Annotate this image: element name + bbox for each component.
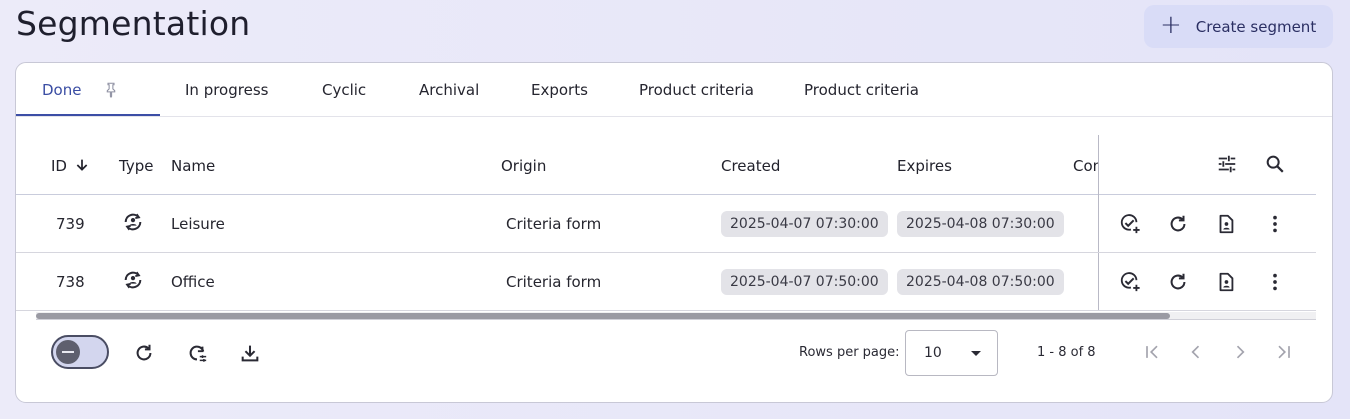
create-segment-label: Create segment bbox=[1195, 17, 1317, 36]
table-row[interactable]: 738 Office Criteria form 2025-04-07 07:5… bbox=[16, 254, 1316, 311]
tab-archival[interactable]: Archival bbox=[419, 63, 479, 117]
caret-down-icon bbox=[971, 351, 981, 356]
column-created-header[interactable]: Created bbox=[721, 157, 780, 175]
search-icon[interactable] bbox=[1262, 151, 1288, 177]
create-segment-button[interactable]: + Create segment bbox=[1144, 5, 1333, 48]
row-origin: Criteria form bbox=[506, 215, 602, 233]
column-type-header[interactable]: Type bbox=[119, 157, 153, 175]
sort-desc-icon[interactable] bbox=[74, 157, 90, 173]
tab-product-criteria[interactable]: Product criteria bbox=[639, 63, 754, 117]
row-created-chip: 2025-04-07 07:30:00 bbox=[721, 211, 888, 237]
prev-page-icon[interactable] bbox=[1184, 340, 1208, 364]
pin-icon[interactable] bbox=[102, 79, 120, 101]
more-vertical-icon[interactable] bbox=[1262, 211, 1288, 237]
sync-person-icon bbox=[124, 271, 142, 289]
pagination-range: 1 - 8 of 8 bbox=[1037, 345, 1096, 360]
row-name: Leisure bbox=[171, 215, 225, 233]
table-row[interactable]: 739 Leisure Criteria form 2025-04-07 07:… bbox=[16, 196, 1316, 253]
scrollbar-thumb[interactable] bbox=[36, 313, 1170, 319]
document-person-icon[interactable] bbox=[1213, 211, 1239, 237]
refresh-settings-icon[interactable] bbox=[184, 340, 210, 366]
approve-add-icon[interactable] bbox=[1117, 269, 1143, 295]
document-person-icon[interactable] bbox=[1213, 269, 1239, 295]
tune-icon[interactable] bbox=[1214, 151, 1240, 177]
view-toggle[interactable] bbox=[51, 335, 109, 369]
refresh-icon[interactable] bbox=[131, 340, 157, 366]
horizontal-scrollbar[interactable] bbox=[36, 312, 1316, 320]
toggle-knob bbox=[56, 340, 80, 364]
column-extra-header[interactable]: Con bbox=[1073, 157, 1098, 175]
rows-per-page-select[interactable]: 10 bbox=[905, 330, 998, 376]
column-id-header[interactable]: ID bbox=[51, 157, 90, 175]
tab-in-progress[interactable]: In progress bbox=[185, 63, 268, 117]
download-icon[interactable] bbox=[237, 340, 263, 366]
row-id: 738 bbox=[56, 273, 85, 291]
tab-done-label: Done bbox=[42, 81, 82, 99]
column-expires-header[interactable]: Expires bbox=[897, 157, 952, 175]
sync-person-icon bbox=[124, 213, 142, 231]
row-id: 739 bbox=[56, 215, 85, 233]
tab-exports[interactable]: Exports bbox=[531, 63, 588, 117]
active-tab-indicator bbox=[16, 114, 160, 116]
first-page-icon[interactable] bbox=[1140, 340, 1164, 364]
rows-per-page-label: Rows per page: bbox=[799, 345, 900, 360]
table-header: ID Type Name Origin Created Expires Con bbox=[16, 135, 1316, 195]
refresh-icon[interactable] bbox=[1165, 269, 1191, 295]
row-name: Office bbox=[171, 273, 215, 291]
row-expires-chip: 2025-04-08 07:50:00 bbox=[897, 269, 1064, 295]
segments-card: Done In progress Cyclic Archival Exports… bbox=[15, 62, 1333, 403]
last-page-icon[interactable] bbox=[1272, 340, 1296, 364]
column-id-label: ID bbox=[51, 157, 67, 175]
plus-icon: + bbox=[1160, 10, 1182, 40]
tab-cyclic[interactable]: Cyclic bbox=[322, 63, 366, 117]
column-name-header[interactable]: Name bbox=[171, 157, 215, 175]
page-title: Segmentation bbox=[16, 4, 251, 43]
column-origin-header[interactable]: Origin bbox=[501, 157, 546, 175]
more-vertical-icon[interactable] bbox=[1262, 269, 1288, 295]
refresh-icon[interactable] bbox=[1165, 211, 1191, 237]
next-page-icon[interactable] bbox=[1228, 340, 1252, 364]
tab-product-criteria-2[interactable]: Product criteria bbox=[804, 63, 919, 117]
tab-done[interactable]: Done bbox=[42, 63, 81, 117]
row-created-chip: 2025-04-07 07:50:00 bbox=[721, 269, 888, 295]
rows-per-page-value: 10 bbox=[924, 345, 942, 361]
approve-add-icon[interactable] bbox=[1117, 211, 1143, 237]
tab-bar: Done In progress Cyclic Archival Exports… bbox=[16, 63, 1332, 117]
row-expires-chip: 2025-04-08 07:30:00 bbox=[897, 211, 1064, 237]
row-origin: Criteria form bbox=[506, 273, 602, 291]
